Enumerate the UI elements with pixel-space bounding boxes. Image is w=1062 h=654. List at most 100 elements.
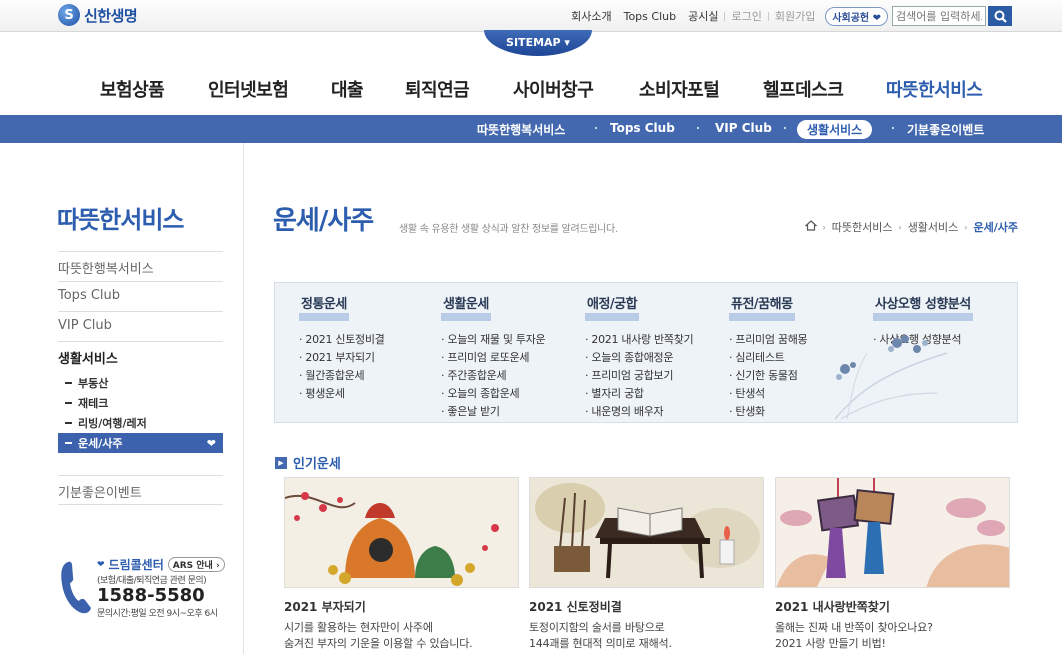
lnb-life-service[interactable]: 생활서비스 <box>58 352 118 367</box>
subnav-tops-club[interactable]: Tops Club <box>610 121 675 135</box>
menu-item[interactable]: · 월간종합운세 <box>299 367 385 385</box>
lnb-good-event[interactable]: 기분좋은이벤트 <box>58 475 223 505</box>
card-tojeong-2021[interactable]: 2021 신토정비결 토정이지함의 술서를 바탕으로 144괘를 현대적 의미로 … <box>529 477 764 652</box>
fortune-menu-box: 정통운세 · 2021 신토정비결 · 2021 부자되기 · 월간종합운세 ·… <box>274 282 1018 423</box>
menu-list: · 2021 신토정비결 · 2021 부자되기 · 월간종합운세 · 평생운세 <box>299 331 385 403</box>
heart-icon: ❤ <box>206 436 216 450</box>
disclosure-link[interactable]: 공시실 <box>682 8 724 24</box>
gnb-helpdesk[interactable]: 헬프데스크 <box>763 76 844 102</box>
breadcrumb-life-service[interactable]: 생활서비스 <box>908 219 959 235</box>
gnb-consumer-portal[interactable]: 소비자포털 <box>639 76 720 102</box>
home-icon[interactable] <box>803 220 818 234</box>
lnb-sub-label: 운세/사주 <box>78 437 123 450</box>
menu-item[interactable]: · 오늘의 종합애정운 <box>585 349 693 367</box>
lnb-tops-club[interactable]: Tops Club <box>58 281 223 311</box>
orchid-illustration <box>834 335 948 420</box>
join-link[interactable]: 회원가입 <box>769 8 821 24</box>
gnb-insurance-products[interactable]: 보험상품 <box>100 76 165 102</box>
menu-item[interactable]: · 별자리 궁합 <box>585 385 693 403</box>
menu-column-title: 퓨전/꿈해몽 <box>729 298 795 321</box>
dash-icon <box>65 442 72 444</box>
social-contribution-button[interactable]: 사회공헌 ❤ <box>825 6 888 26</box>
menu-column-love: 애정/궁합 · 2021 내사랑 반쪽찾기 · 오늘의 종합애정운 · 프리미엄… <box>585 293 694 421</box>
lnb-vip-club[interactable]: VIP Club <box>58 311 223 341</box>
search-input[interactable] <box>892 6 986 26</box>
breadcrumb: › 따뜻한서비스 › 생활서비스 › 운세/사주 <box>803 219 1019 235</box>
chevron-right-icon: › <box>898 222 902 232</box>
page-description: 생활 속 유용한 생활 상식과 알찬 정보를 알려드립니다. <box>399 224 618 235</box>
menu-item[interactable]: · 내운명의 배우자 <box>585 403 693 421</box>
lnb-sub-label: 부동산 <box>78 377 109 390</box>
play-icon: ▶ <box>275 456 287 469</box>
tops-club-link[interactable]: Tops Club <box>618 10 682 23</box>
gnb-cyber-window[interactable]: 사이버창구 <box>513 76 594 102</box>
shinhan-life-logo[interactable]: S 신한생명 <box>58 4 138 26</box>
heart-icon: ❤ <box>872 12 881 24</box>
menu-item[interactable]: · 탄생화 <box>729 403 807 421</box>
subnav-warm-happiness[interactable]: 따뜻한행복서비스 <box>477 121 565 138</box>
logo-mark-icon: S <box>58 4 80 26</box>
menu-item[interactable]: · 프리미엄 로또운세 <box>441 349 545 367</box>
breadcrumb-current: 운세/사주 <box>973 221 1019 234</box>
card-description: 토정이지함의 술서를 바탕으로 144괘를 현대적 의미로 재해석. <box>529 621 672 650</box>
lnb-sub-label: 재테크 <box>78 397 109 410</box>
menu-item[interactable]: · 2021 내사랑 반쪽찾기 <box>585 331 694 349</box>
ars-guide-button[interactable]: ARS 안내 › <box>167 557 225 572</box>
divider <box>784 127 786 129</box>
login-link[interactable]: 로그인 <box>725 8 767 24</box>
card-love-match-2021[interactable]: 2021 내사랑반쪽찾기 올해는 진짜 내 반쪽이 찾아오나요? 2021 사랑 … <box>775 477 1010 652</box>
company-intro-link[interactable]: 회사소개 <box>565 8 617 24</box>
search-button[interactable] <box>988 6 1012 26</box>
menu-item[interactable]: · 탄생석 <box>729 385 807 403</box>
breadcrumb-warm-service[interactable]: 따뜻한서비스 <box>832 219 893 235</box>
call-center-hours: 문의시간:평일 오전 9시~오후 6시 <box>97 609 218 619</box>
lnb-warm-happiness[interactable]: 따뜻한행복서비스 <box>58 251 223 281</box>
menu-item[interactable]: · 프리미엄 궁합보기 <box>585 367 693 385</box>
utility-links: 회사소개 Tops Club 공시실 로그인 회원가입 사회공헌 ❤ <box>565 5 1012 27</box>
card-title: 2021 내사랑반쪽찾기 <box>775 600 890 614</box>
menu-column-title: 애정/궁합 <box>585 298 640 321</box>
subnav-vip-club[interactable]: VIP Club <box>715 121 772 135</box>
menu-item[interactable]: · 평생운세 <box>299 385 385 403</box>
lnb-sub-real-estate[interactable]: 부동산 <box>58 373 223 393</box>
dash-icon <box>65 422 72 424</box>
lnb-life-service-group: 생활서비스 부동산 재테크 리빙/여행/레저 운세/사주 ❤ <box>58 341 223 461</box>
sitemap-button[interactable]: SITEMAP ▾ <box>484 30 592 56</box>
top-utility-bar: S 신한생명 회사소개 Tops Club 공시실 로그인 회원가입 사회공헌 … <box>0 0 1062 32</box>
menu-list: · 프리미엄 꿈해몽 · 심리테스트 · 신기한 동물점 · 탄생석 · 탄생화 <box>729 331 808 421</box>
lnb-sub-finance[interactable]: 재테크 <box>58 393 223 413</box>
card-rich-2021[interactable]: 2021 부자되기 시기를 활용하는 현자만이 사주에 숨겨진 부자의 기운을 이… <box>284 477 519 652</box>
menu-item[interactable]: · 2021 부자되기 <box>299 349 385 367</box>
card-title: 2021 부자되기 <box>284 600 366 614</box>
menu-item[interactable]: · 프리미엄 꿈해몽 <box>729 331 808 349</box>
sub-navigation-bar: 따뜻한행복서비스 Tops Club VIP Club 생활서비스 기분좋은이벤… <box>0 115 1062 143</box>
menu-item[interactable]: · 신기한 동물점 <box>729 367 807 385</box>
chevron-right-icon: › <box>822 222 826 232</box>
left-navigation: 따뜻한행복서비스 Tops Club VIP Club 생활서비스 부동산 재테… <box>58 251 223 505</box>
lnb-sub-living-travel[interactable]: 리빙/여행/레저 <box>58 413 223 433</box>
menu-item[interactable]: · 2021 신토정비결 <box>299 331 385 349</box>
gnb-retirement-pension[interactable]: 퇴직연금 <box>405 76 470 102</box>
menu-column-title: 사상오행 성향분석 <box>873 298 973 321</box>
menu-column-title: 생활운세 <box>441 298 491 321</box>
subnav-life-service[interactable]: 생활서비스 <box>797 120 873 139</box>
menu-list: · 오늘의 재물 및 투자운 · 프리미엄 로또운세 · 주간종합운세 · 오늘… <box>441 331 546 421</box>
gnb-internet-insurance[interactable]: 인터넷보험 <box>208 76 289 102</box>
gnb-loan[interactable]: 대출 <box>331 76 364 102</box>
menu-item[interactable]: · 좋은날 받기 <box>441 403 545 421</box>
gnb-warm-service[interactable]: 따뜻한서비스 <box>886 76 983 102</box>
phone-icon <box>61 561 91 614</box>
subnav-good-event[interactable]: 기분좋은이벤트 <box>907 121 984 138</box>
menu-item[interactable]: · 심리테스트 <box>729 349 807 367</box>
heart-icon: ❤ <box>97 559 105 570</box>
logo-text: 신한생명 <box>84 6 138 25</box>
menu-item[interactable]: · 오늘의 종합운세 <box>441 385 545 403</box>
card-description: 올해는 진짜 내 반쪽이 찾아오나요? 2021 사랑 만들기 비법! <box>775 621 933 650</box>
divider <box>892 127 894 129</box>
divider <box>595 127 597 129</box>
lnb-sub-fortune[interactable]: 운세/사주 ❤ <box>58 433 223 453</box>
menu-item[interactable]: · 오늘의 재물 및 투자운 <box>441 331 546 349</box>
menu-column-fusion: 퓨전/꿈해몽 · 프리미엄 꿈해몽 · 심리테스트 · 신기한 동물점 · 탄생… <box>729 293 808 421</box>
page-title: 운세/사주 <box>273 206 374 236</box>
menu-item[interactable]: · 주간종합운세 <box>441 367 545 385</box>
